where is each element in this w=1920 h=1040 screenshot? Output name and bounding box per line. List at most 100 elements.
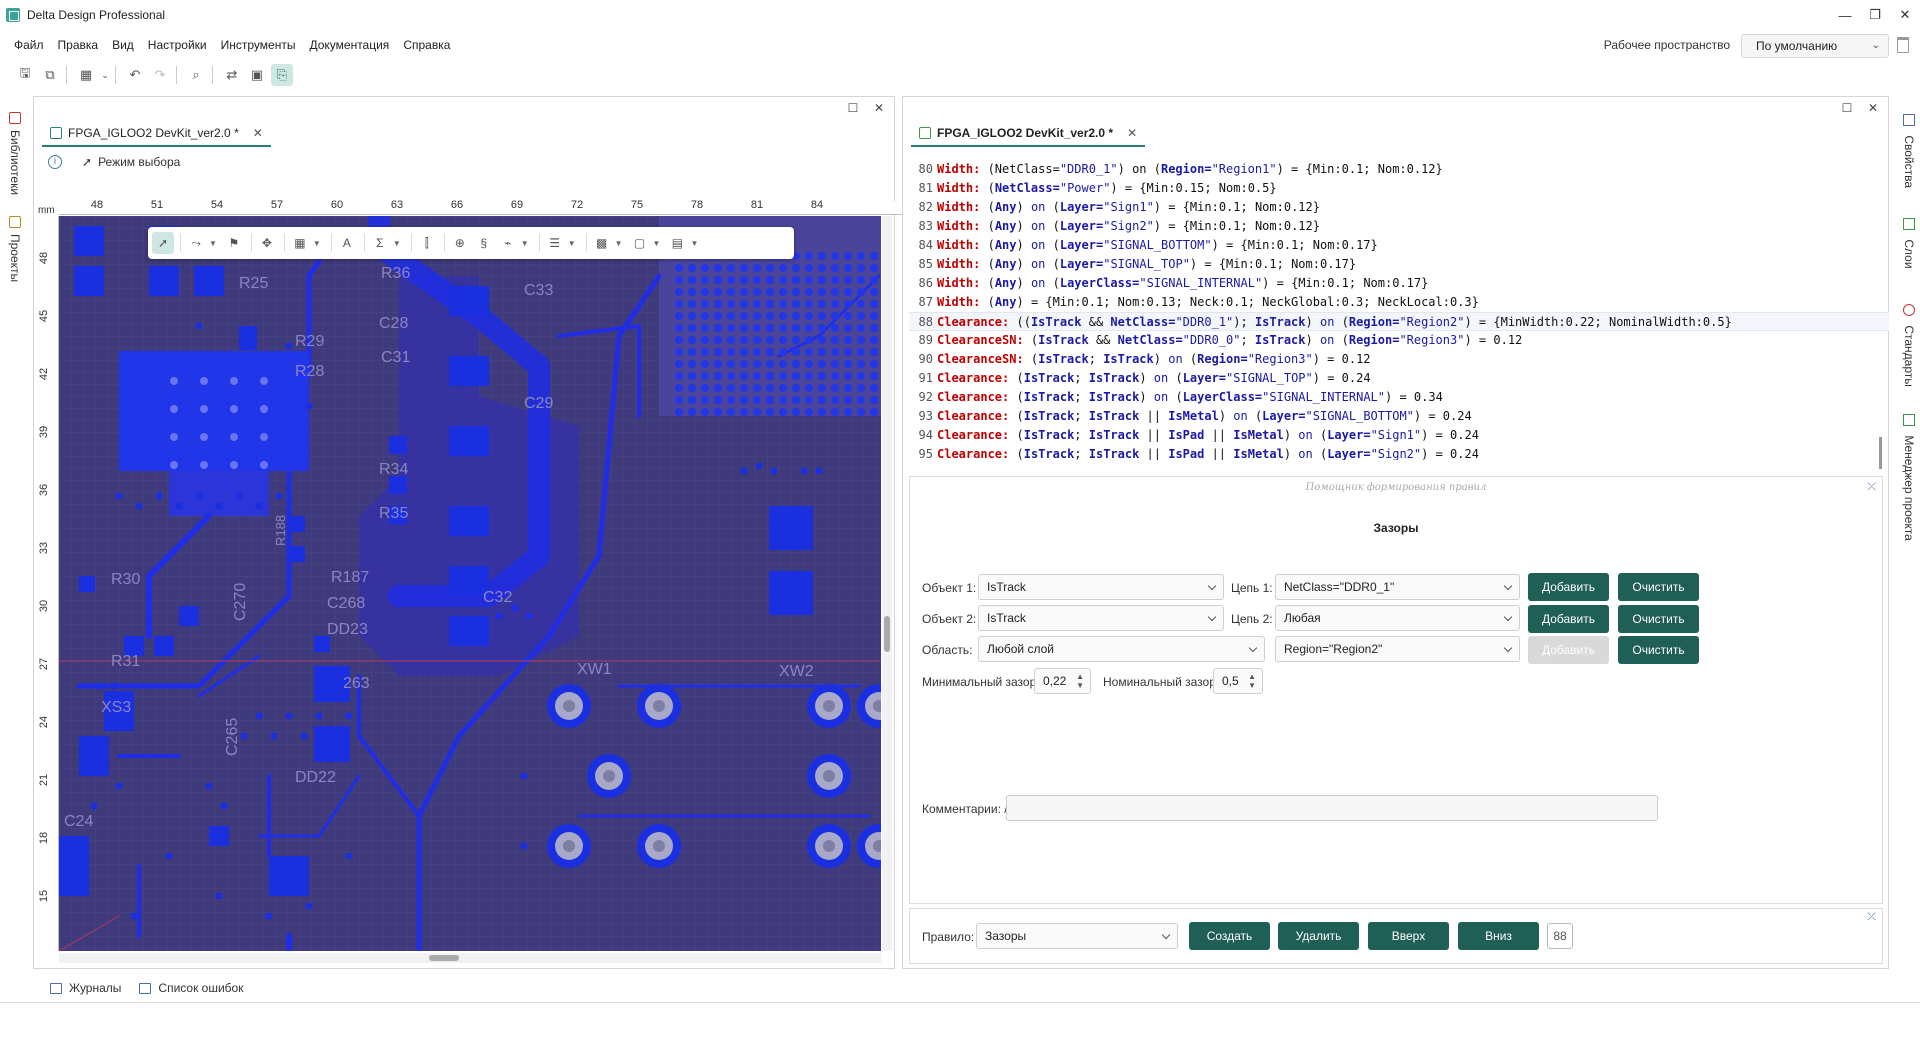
chevron-down-icon[interactable]: ▼ [568, 239, 576, 248]
sum-tool-icon[interactable]: Σ [369, 232, 391, 254]
bus-tool-icon[interactable]: ☰ [544, 232, 566, 254]
sync-icon[interactable]: ⇄ [221, 64, 243, 86]
code-line[interactable]: 85 Width: (Any) on (Layer= "SIGNAL_TOP") =… [909, 255, 1889, 274]
probe-tool-icon[interactable]: ⌁ [497, 232, 519, 254]
code-line[interactable]: 81 Width: (NetClass= "Power") = {Min:0.15;… [909, 179, 1889, 198]
chevron-down-icon[interactable]: ▼ [313, 239, 321, 248]
grid-tool-icon[interactable]: ▦ [289, 232, 311, 254]
logs-tab[interactable]: Журналы [50, 981, 121, 995]
vertical-scrollbar[interactable] [882, 216, 892, 951]
document-tab[interactable]: FPGA_IGLOO2 DevKit_ver2.0 * ✕ [42, 121, 271, 147]
code-line[interactable]: 82 Width: (Any) on (Layer= "Sign1") = {Min… [909, 198, 1889, 217]
chevron-down-icon[interactable]: ▼ [653, 239, 661, 248]
region-select[interactable]: Region="Region2" [1275, 636, 1520, 662]
properties-tab[interactable]: Свойства [1894, 114, 1916, 188]
code-line[interactable]: 91 Clearance: (IsTrack; IsTrack) on (Laye… [909, 369, 1889, 388]
close-panel-icon[interactable]: ✕ [1866, 101, 1880, 115]
code-line[interactable]: 89 ClearanceSN: (IsTrack && NetClass= "DDR… [909, 331, 1889, 350]
menu-settings[interactable]: Настройки [141, 38, 214, 52]
chevron-down-icon[interactable]: ▼ [615, 239, 623, 248]
collapse-icon[interactable]: ⤫ [1867, 481, 1876, 494]
info-icon[interactable]: i [48, 155, 62, 169]
stepper-arrows-icon[interactable]: ▲ ▼ [1076, 672, 1084, 690]
standards-tab[interactable]: Стандарты [1894, 304, 1916, 387]
undo-icon[interactable]: ↶ [124, 64, 146, 86]
workspace-select[interactable]: По умолчанию ⌄ [1741, 34, 1889, 58]
rule-select[interactable]: Зазоры [976, 923, 1178, 949]
scroll-thumb[interactable] [429, 955, 459, 961]
code-line[interactable]: 83 Width: (Any) on (Layer= "Sign2") = {Min… [909, 217, 1889, 236]
menu-view[interactable]: Вид [105, 38, 141, 52]
chevron-down-icon[interactable]: ⌄ [100, 64, 110, 86]
select-tool-icon[interactable]: ➚ [152, 232, 174, 254]
close-panel-icon[interactable]: ✕ [872, 101, 886, 115]
chevron-down-icon[interactable]: ▼ [690, 239, 698, 248]
area-select[interactable]: Любой слой [978, 636, 1265, 662]
min-clearance-stepper[interactable]: 0,22 ▲ ▼ [1034, 668, 1091, 694]
find-icon[interactable]: ⌕ [185, 64, 207, 86]
errors-tab[interactable]: Список ошибок [139, 981, 243, 995]
net1-select[interactable]: NetClass="DDR0_1" [1275, 574, 1520, 600]
code-line[interactable]: 90 ClearanceSN: (IsTrack; IsTrack) on (Re… [909, 350, 1889, 369]
close-tab-icon[interactable]: ✕ [1127, 126, 1137, 140]
menu-edit[interactable]: Правка [51, 38, 106, 52]
scroll-thumb[interactable] [884, 616, 890, 652]
redo-icon[interactable]: ↷ [149, 64, 171, 86]
move-up-button[interactable]: Вверх [1368, 922, 1449, 950]
menu-tools[interactable]: Инструменты [214, 38, 303, 52]
board-icon[interactable]: ▣ [246, 64, 268, 86]
maximize-icon[interactable]: ☐ [1840, 101, 1854, 115]
create-button[interactable]: Создать [1189, 922, 1270, 950]
code-line[interactable]: 87 Width: (Any) = {Min:0.1; Nom:0.13; Nec… [909, 293, 1889, 312]
add-region-button[interactable]: Добавить [1528, 636, 1609, 664]
menu-documentation[interactable]: Документация [302, 38, 396, 52]
clear-region-button[interactable]: Очистить [1618, 636, 1699, 664]
trash-icon[interactable] [1897, 37, 1909, 53]
layers-tab[interactable]: Слои [1894, 218, 1916, 269]
chevron-down-icon[interactable]: ▼ [393, 239, 401, 248]
close-icon[interactable]: ✕ [1890, 0, 1920, 30]
maximize-icon[interactable]: ☐ [846, 101, 860, 115]
table-icon[interactable]: ▦ [75, 64, 97, 86]
diff-pair-tool-icon[interactable]: § [473, 232, 495, 254]
rules-document-tab[interactable]: FPGA_IGLOO2 DevKit_ver2.0 * ✕ [911, 121, 1146, 147]
code-line[interactable]: 80 Width: (NetClass= "DDR0_1") on (Region=… [909, 160, 1889, 179]
polygon-tool-icon[interactable]: ▩ [591, 232, 613, 254]
delete-button[interactable]: Удалить [1278, 922, 1359, 950]
net2-select[interactable]: Любая [1275, 605, 1520, 631]
add-net2-button[interactable]: Добавить [1528, 605, 1609, 633]
text-tool-icon[interactable]: A [336, 232, 358, 254]
minimize-icon[interactable]: — [1830, 0, 1860, 30]
chevron-down-icon[interactable]: ▼ [521, 239, 529, 248]
stepper-arrows-icon[interactable]: ▲ ▼ [1248, 672, 1256, 690]
project-manager-tab[interactable]: Менеджер проекта [1894, 414, 1916, 541]
comment-input[interactable] [1006, 795, 1658, 821]
code-line[interactable]: 88 Clearance: ((IsTrack && NetClass= "DDR0… [909, 312, 1889, 331]
libraries-tab[interactable]: Библиотеки [4, 112, 26, 202]
collapse-icon[interactable]: ⤫ [1867, 911, 1876, 924]
pcb-canvas[interactable]: C33 C28 C31 C29 R36 R29 R28 R25 R34 R35 … [59, 216, 881, 951]
align-tool-icon[interactable]: ⫿ [416, 232, 438, 254]
chevron-down-icon[interactable]: ▼ [209, 239, 217, 248]
via-tool-icon[interactable]: ⊕ [449, 232, 471, 254]
horizontal-scrollbar[interactable] [59, 953, 881, 963]
region-tool-icon[interactable]: ▢ [629, 232, 651, 254]
place-tool-icon[interactable]: ⚑ [223, 232, 245, 254]
move-down-button[interactable]: Вниз [1458, 922, 1539, 950]
restore-icon[interactable]: ❐ [1860, 0, 1890, 30]
close-tab-icon[interactable]: ✕ [253, 126, 263, 140]
code-line[interactable]: 84 Width: (Any) on (Layer= "SIGNAL_BOTTOM"… [909, 236, 1889, 255]
layer-tool-icon[interactable]: ▤ [666, 232, 688, 254]
code-line[interactable]: 86 Width: (Any) on (LayerClass= "SIGNAL_IN… [909, 274, 1889, 293]
clear-net1-button[interactable]: Очистить [1618, 573, 1699, 601]
rules-icon[interactable]: ⎘ [271, 64, 293, 86]
save-icon[interactable]: 🖫 [14, 64, 36, 86]
code-line[interactable]: 93 Clearance: (IsTrack; IsTrack || IsMeta… [909, 407, 1889, 426]
code-line[interactable]: 95 Clearance: (IsTrack; IsTrack || IsPad … [909, 445, 1889, 460]
rules-code-editor[interactable]: 80 Width: (NetClass= "DDR0_1") on (Region=… [909, 160, 1889, 460]
menu-help[interactable]: Справка [396, 38, 457, 52]
route-tool-icon[interactable]: ⤳ [185, 232, 207, 254]
object1-select[interactable]: IsTrack [978, 574, 1224, 600]
clear-net2-button[interactable]: Очистить [1618, 605, 1699, 633]
save-all-icon[interactable]: ⧉ [39, 64, 61, 86]
